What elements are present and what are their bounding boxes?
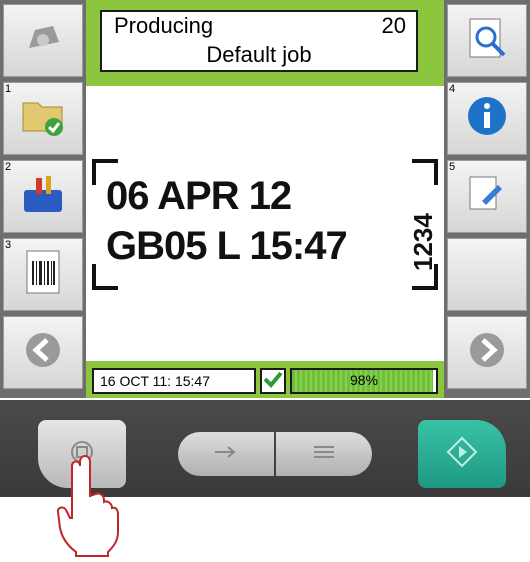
arrow-right-icon: [213, 444, 239, 465]
tools-button[interactable]: 2: [3, 160, 83, 233]
barcode-document-icon: [23, 249, 63, 300]
job-status-header: Producing 20 Default job: [100, 10, 418, 72]
datetime-display: 16 OCT 11: 15:47: [92, 368, 256, 394]
touch-screen: 1 2 3 4 5 Producing 20 Default job 06 AP…: [0, 0, 530, 398]
folder-check-icon: [18, 91, 68, 146]
job-name: Default job: [206, 42, 312, 67]
print-preview-button[interactable]: [447, 4, 527, 77]
label-date-line: 06 APR 12: [106, 174, 292, 218]
next-field-button[interactable]: [178, 432, 274, 476]
status-ok-indicator: [260, 368, 286, 394]
printer-head-icon: [21, 18, 65, 63]
label-preview[interactable]: 06 APR 12 GB05 L 15:47 1234: [86, 86, 444, 361]
start-button[interactable]: [418, 420, 506, 488]
menu-button[interactable]: [276, 432, 372, 476]
production-status: Producing: [114, 13, 214, 38]
start-diamond-icon: [445, 435, 479, 474]
toolbox-icon: [18, 170, 68, 223]
list-icon: [312, 444, 336, 465]
button-number: 3: [5, 239, 12, 251]
button-number: 2: [5, 161, 12, 173]
info-icon: [465, 94, 509, 143]
ink-level-text: 98%: [349, 372, 379, 388]
check-icon: [263, 370, 283, 393]
status-bar: 16 OCT 11: 15:47 98%: [86, 361, 444, 398]
printer-head-button[interactable]: [3, 4, 83, 77]
previous-button[interactable]: [3, 316, 83, 389]
button-number: 5: [449, 161, 456, 173]
button-number: 4: [449, 83, 456, 95]
label-vertical-code: 1234: [408, 213, 438, 271]
info-button[interactable]: 4: [447, 82, 527, 155]
arrow-right-icon: [467, 330, 507, 375]
button-number: 1: [5, 83, 12, 95]
blank-button[interactable]: [447, 238, 527, 311]
ink-level-meter: 98%: [290, 368, 438, 394]
print-preview-icon: [464, 15, 510, 66]
right-button-column: 4 5: [444, 0, 530, 398]
hand-pointer-icon: [52, 452, 122, 562]
open-job-button[interactable]: 1: [3, 82, 83, 155]
frame-corner: [412, 159, 438, 185]
print-count: 20: [381, 13, 406, 38]
barcode-button[interactable]: 3: [3, 238, 83, 311]
settings-button[interactable]: 5: [447, 160, 527, 233]
left-button-column: 1 2 3: [0, 0, 86, 398]
settings-document-icon: [464, 171, 510, 222]
next-button[interactable]: [447, 316, 527, 389]
label-code-line: GB05 L 15:47: [106, 224, 348, 268]
arrow-left-icon: [23, 330, 63, 375]
